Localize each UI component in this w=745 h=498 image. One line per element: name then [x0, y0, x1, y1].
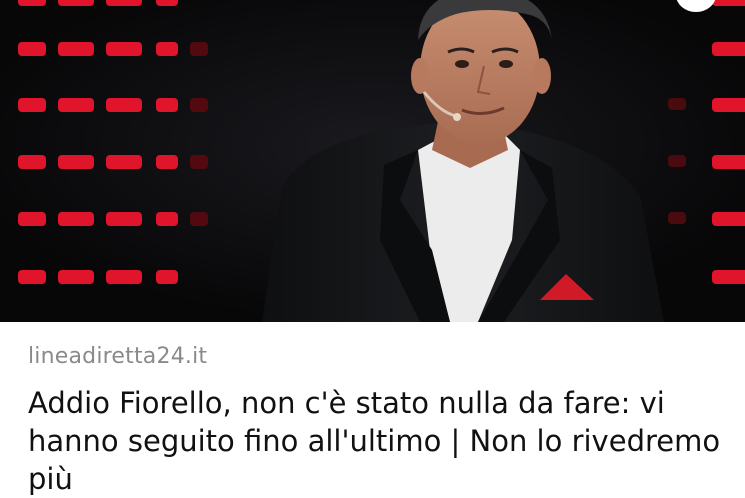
article-source[interactable]: lineadiretta24.it — [28, 344, 207, 369]
stage-photo — [0, 0, 745, 322]
article-image[interactable] — [0, 0, 745, 322]
article-card[interactable]: lineadiretta24.it Addio Fiorello, non c'… — [0, 322, 745, 496]
article-headline[interactable]: Addio Fiorello, non c'è stato nulla da f… — [28, 384, 733, 498]
